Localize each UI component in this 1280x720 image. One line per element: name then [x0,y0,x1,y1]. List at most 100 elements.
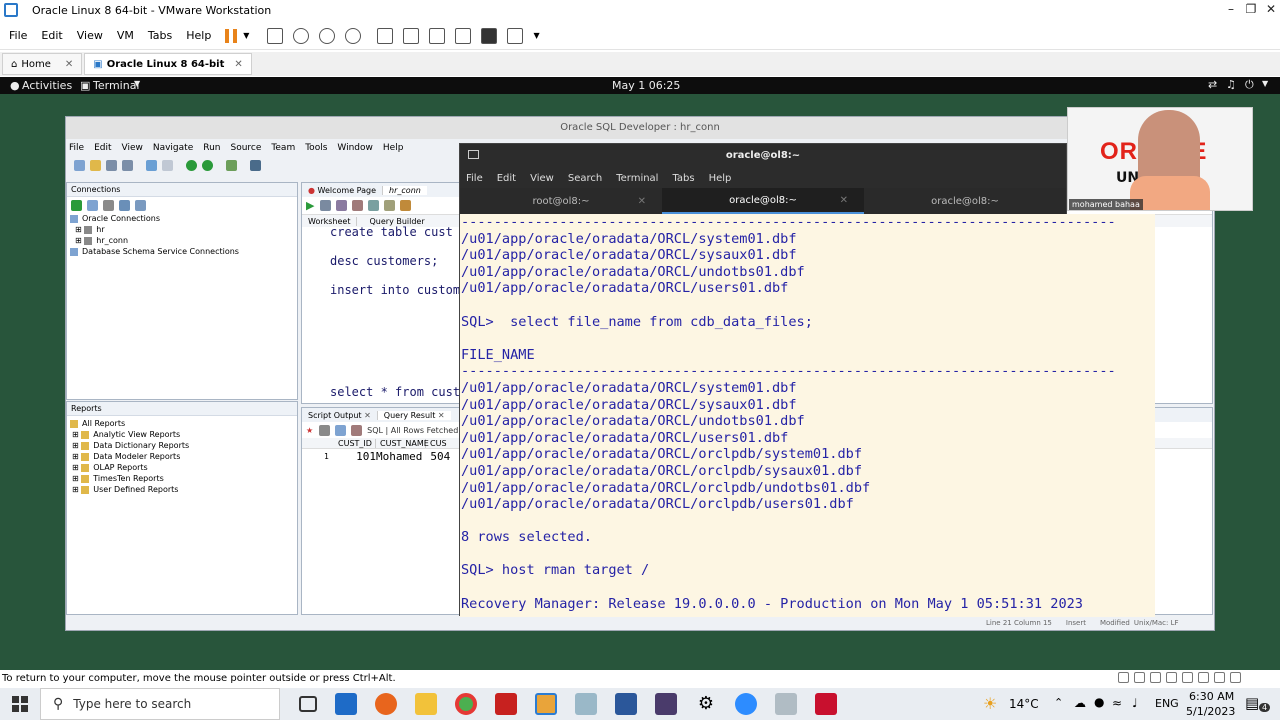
explain-icon[interactable] [368,200,380,211]
menu-help[interactable]: Help [186,29,211,42]
refresh-icon[interactable] [87,199,98,211]
sqldev-menu-view[interactable]: View [122,143,143,153]
tree-report-item[interactable]: ⊞ TimesTen Reports [70,473,297,484]
sqldev-menu-window[interactable]: Window [337,143,373,153]
tab-hr-conn[interactable]: hr_conn [383,185,427,195]
app-menu[interactable]: Terminal [93,79,140,92]
new-icon[interactable] [74,159,85,171]
firefox-icon[interactable] [375,693,397,715]
tool-icon[interactable] [775,693,797,715]
sqldev-menu-file[interactable]: File [69,143,84,153]
save-icon[interactable] [106,159,117,171]
zoom-icon[interactable] [735,693,757,715]
tree-report-item[interactable]: ⊞ OLAP Reports [70,462,297,473]
minimize-icon[interactable]: – [1220,2,1242,20]
commit-icon[interactable] [336,200,348,211]
speaker-icon[interactable]: ♩ [1132,696,1138,710]
task-view-icon[interactable] [299,696,317,712]
onedrive-icon[interactable]: ☁ [1074,696,1086,710]
redo-icon[interactable] [162,159,173,171]
term-menu-tabs[interactable]: Tabs [672,173,694,184]
monitor-icon[interactable] [250,159,261,171]
menu-edit[interactable]: Edit [41,29,62,42]
sqldev-menu-source[interactable]: Source [231,143,262,153]
column-header[interactable]: CUS [426,439,447,448]
undo-icon[interactable] [146,159,157,171]
column-header[interactable]: CUST_ID [332,438,376,448]
microphone-icon[interactable]: ● [1094,695,1104,709]
sqldev-menu-navigate[interactable]: Navigate [153,143,193,153]
filter-icon[interactable] [103,199,114,211]
sqldev-menu-help[interactable]: Help [383,143,404,153]
snapshot-manager-icon[interactable] [345,27,362,44]
sqldev-menu-edit[interactable]: Edit [94,143,111,153]
tab-script-output[interactable]: Script Output ✕ [302,410,378,420]
windows-start-icon[interactable] [12,696,28,712]
restore-icon[interactable]: ❐ [1240,2,1262,20]
tree-report-item[interactable]: ⊞ Data Modeler Reports [70,451,297,462]
message-icon[interactable] [1230,672,1241,683]
network-adapter-icon[interactable] [1150,672,1161,683]
term-menu-edit[interactable]: Edit [497,173,516,184]
close-icon[interactable]: ✕ [638,196,646,207]
sqldev-menu-tools[interactable]: Tools [305,143,327,153]
menu-tabs[interactable]: Tabs [148,29,172,42]
sqldev-menu-run[interactable]: Run [203,143,220,153]
activities-button[interactable]: Activities [22,79,72,92]
clock-date[interactable]: 5/1/2023 [1186,705,1235,718]
mail-icon[interactable] [335,693,357,715]
tree-hr-conn[interactable]: ⊞ hr_conn [70,235,297,246]
column-header[interactable]: CUST_NAME [376,438,429,448]
refresh-icon[interactable] [335,424,347,436]
tab-query-result[interactable]: Query Result ✕ [377,410,451,420]
term-menu-search[interactable]: Search [568,173,602,184]
clock[interactable]: May 1 06:25 [612,79,680,92]
close-icon[interactable]: ✕ [234,59,242,70]
back-icon[interactable] [186,159,197,171]
chevron-up-icon[interactable]: ⌃ [1054,696,1063,709]
sqldev-menu-team[interactable]: Team [271,143,295,153]
menu-vm[interactable]: VM [117,29,134,42]
display-icon[interactable] [1214,672,1225,683]
weather-icon[interactable]: ☀ [983,694,997,713]
stretch-icon[interactable] [507,27,524,44]
wifi-icon[interactable]: ≈ [1112,696,1122,710]
forward-icon[interactable] [202,159,213,171]
clear-icon[interactable] [400,200,412,211]
tree-oracle-connections[interactable]: Oracle Connections [70,213,297,224]
import-icon[interactable] [135,199,146,211]
power-icon[interactable]: ⏻ [1245,78,1254,92]
close-icon[interactable]: ✕ [840,195,848,206]
vmware-icon[interactable] [535,693,557,715]
sql-history-icon[interactable] [351,424,363,436]
schema-browser-icon[interactable] [119,199,130,211]
weather-temp[interactable]: 14°C [1009,697,1039,711]
run-icon[interactable]: ▶ [306,199,314,212]
chevron-down-icon[interactable]: ▼ [1262,79,1268,88]
tab-home[interactable]: ⌂ Home ✕ [2,53,83,75]
send-keys-icon[interactable] [267,27,284,44]
chevron-down-icon[interactable]: ▼ [243,31,249,40]
file-explorer-icon[interactable] [415,693,437,715]
tab-vm[interactable]: ▣ Oracle Linux 8 64-bit ✕ [84,53,252,75]
chevron-down-icon[interactable]: ▼ [533,31,539,40]
tree-report-item[interactable]: ⊞ User Defined Reports [70,484,297,495]
tree-report-item[interactable]: ⊞ Data Dictionary Reports [70,440,297,451]
language-indicator[interactable]: ENG [1155,697,1179,710]
menu-file[interactable]: File [9,29,27,42]
cdrom-icon[interactable] [1134,672,1145,683]
network-icon[interactable]: ⇄ [1208,78,1217,91]
unity-icon[interactable] [455,27,472,44]
run-script-icon[interactable] [320,200,332,211]
term-menu-file[interactable]: File [466,173,483,184]
sql-icon[interactable] [226,159,237,171]
terminal-tab-oracle[interactable]: oracle@ol8:~ [864,188,1066,214]
taskbar-search[interactable]: ⚲ Type here to search [40,688,280,720]
pause-icon[interactable] [225,28,238,43]
thumbnail-icon[interactable] [403,27,420,44]
fullscreen-icon[interactable] [429,27,446,44]
library-icon[interactable] [377,27,394,44]
notification-icon[interactable]: ▤ [1245,694,1259,712]
save-all-icon[interactable] [122,159,133,171]
acrobat-icon[interactable] [495,693,517,715]
